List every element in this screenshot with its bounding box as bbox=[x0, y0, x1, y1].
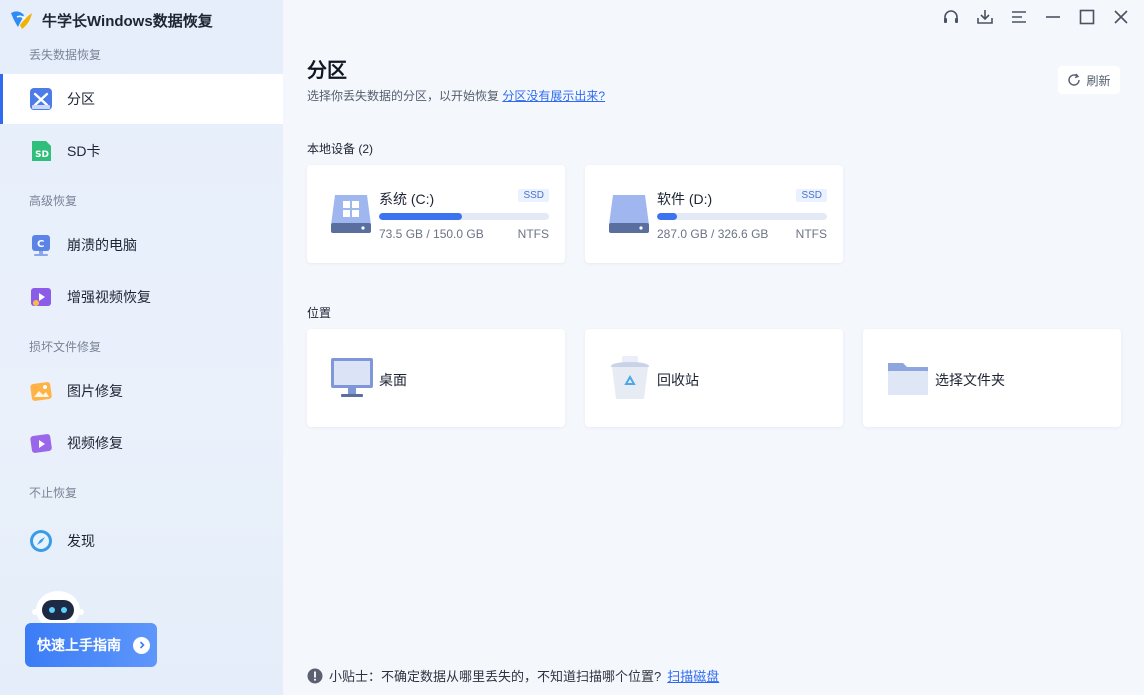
sidebar-item-label: 增强视频恢复 bbox=[67, 289, 151, 305]
drive-filesystem: NTFS bbox=[517, 227, 549, 241]
location-name: 桌面 bbox=[379, 372, 407, 388]
video-repair-icon bbox=[30, 434, 52, 453]
quick-start-guide-label: 快速上手指南 bbox=[37, 637, 121, 653]
partition-missing-link[interactable]: 分区没有展示出来? bbox=[502, 89, 605, 103]
sidebar-item-sd-card[interactable]: SD SD卡 bbox=[0, 126, 283, 176]
svg-text:C: C bbox=[37, 239, 44, 250]
scan-disk-link[interactable]: 扫描磁盘 bbox=[667, 666, 719, 685]
sidebar-item-partition[interactable]: 分区 bbox=[0, 74, 283, 124]
sidebar-item-label: SD卡 bbox=[67, 143, 101, 159]
drive-usage-bar bbox=[379, 213, 549, 220]
app-title-bar: 牛学长Windows数据恢复 bbox=[8, 7, 213, 33]
drive-usage-bar bbox=[657, 213, 827, 220]
drive-type-badge: SSD bbox=[796, 189, 827, 202]
compass-icon bbox=[30, 530, 52, 552]
sidebar-item-discover[interactable]: 发现 bbox=[0, 516, 283, 566]
photo-repair-icon bbox=[30, 382, 52, 401]
video-recovery-icon bbox=[31, 288, 51, 306]
section-label-more: 不止恢复 bbox=[29, 486, 78, 500]
maximize-icon[interactable] bbox=[1078, 8, 1096, 26]
refresh-button[interactable]: 刷新 bbox=[1058, 66, 1120, 94]
sidebar-item-label: 图片修复 bbox=[67, 383, 123, 399]
drive-type-badge: SSD bbox=[518, 189, 549, 202]
headset-icon[interactable] bbox=[942, 8, 960, 26]
drive-usage-fill bbox=[379, 213, 463, 220]
sidebar-item-photo-repair[interactable]: 图片修复 bbox=[0, 366, 283, 416]
tip-text: 小贴士：不确定数据从哪里丢失的，不知道扫描哪个位置? bbox=[329, 669, 662, 684]
page-subtitle-text: 选择你丢失数据的分区，以开始恢复 bbox=[307, 89, 500, 103]
location-card-select-folder[interactable]: 选择文件夹 bbox=[863, 329, 1121, 427]
app-logo-icon bbox=[11, 11, 32, 29]
drive-name: 软件 (D:) bbox=[657, 191, 713, 207]
drive-size: 73.5 GB / 150.0 GB bbox=[379, 227, 484, 241]
location-name: 回收站 bbox=[657, 372, 699, 388]
crashed-pc-icon: C bbox=[32, 235, 50, 256]
window-controls bbox=[942, 8, 1130, 26]
local-devices-label: 本地设备 (2) bbox=[307, 142, 374, 156]
chevron-right-icon bbox=[133, 636, 150, 654]
close-icon[interactable] bbox=[1112, 8, 1130, 26]
sidebar: 牛学长Windows数据恢复 丢失数据恢复 分区 SD SD卡 高级恢复 C 崩… bbox=[0, 0, 283, 695]
section-label-lost-data: 丢失数据恢复 bbox=[29, 48, 102, 62]
locations-label: 位置 bbox=[307, 306, 332, 320]
windows-drive-icon bbox=[331, 195, 371, 233]
sidebar-item-video-recovery[interactable]: 增强视频恢复 bbox=[0, 272, 283, 322]
drive-card-d[interactable]: 软件 (D:) SSD 287.0 GB / 326.6 GB NTFS bbox=[585, 165, 843, 263]
tip-bar: 小贴士：不确定数据从哪里丢失的，不知道扫描哪个位置? 扫描磁盘 bbox=[307, 666, 719, 685]
page-title: 分区 bbox=[307, 60, 347, 82]
sidebar-item-video-repair[interactable]: 视频修复 bbox=[0, 418, 283, 468]
minimize-icon[interactable] bbox=[1044, 8, 1062, 26]
location-card-recycle-bin[interactable]: 回收站 bbox=[585, 329, 843, 427]
svg-text:SD: SD bbox=[35, 150, 49, 160]
recycle-bin-icon bbox=[611, 356, 649, 399]
section-label-advanced: 高级恢复 bbox=[29, 194, 78, 208]
refresh-label: 刷新 bbox=[1086, 73, 1111, 88]
sidebar-item-crashed-pc[interactable]: C 崩溃的电脑 bbox=[0, 220, 283, 270]
app-title: 牛学长Windows数据恢复 bbox=[42, 12, 213, 30]
sidebar-item-label: 分区 bbox=[67, 91, 95, 107]
desktop-icon bbox=[331, 358, 373, 397]
sd-card-icon: SD bbox=[32, 141, 51, 161]
location-name: 选择文件夹 bbox=[935, 372, 1005, 388]
quick-start-guide-button[interactable]: 快速上手指南 bbox=[25, 623, 157, 667]
refresh-icon bbox=[1068, 73, 1081, 86]
section-label-repair: 损坏文件修复 bbox=[29, 340, 102, 354]
drive-card-c[interactable]: 系统 (C:) SSD 73.5 GB / 150.0 GB NTFS bbox=[307, 165, 565, 263]
menu-icon[interactable] bbox=[1010, 8, 1028, 26]
info-icon bbox=[307, 668, 323, 683]
drive-size: 287.0 GB / 326.6 GB bbox=[657, 227, 769, 241]
page-subtitle: 选择你丢失数据的分区，以开始恢复 分区没有展示出来? bbox=[307, 87, 605, 104]
drive-name: 系统 (C:) bbox=[379, 191, 435, 207]
location-card-desktop[interactable]: 桌面 bbox=[307, 329, 565, 427]
partition-icon bbox=[30, 88, 52, 110]
folder-icon bbox=[888, 363, 928, 395]
drive-filesystem: NTFS bbox=[795, 227, 827, 241]
drive-usage-fill bbox=[657, 213, 678, 220]
hard-drive-icon bbox=[609, 195, 649, 233]
sidebar-item-label: 崩溃的电脑 bbox=[67, 237, 137, 253]
sidebar-item-label: 发现 bbox=[67, 533, 95, 549]
download-icon[interactable] bbox=[976, 8, 994, 26]
sidebar-item-label: 视频修复 bbox=[67, 435, 123, 451]
